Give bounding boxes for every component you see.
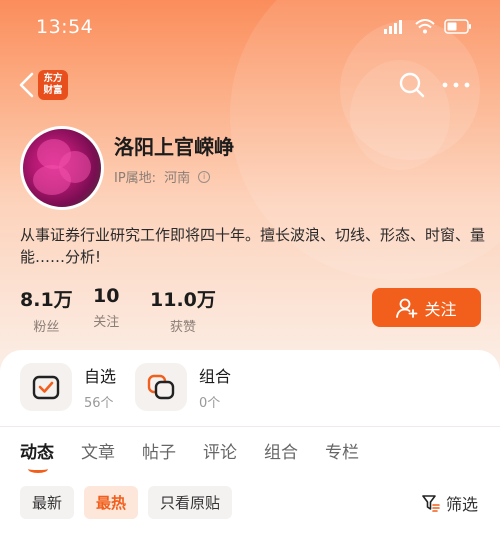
ip-location: IP属地: 河南 i [114, 167, 211, 186]
status-time: 13:54 [36, 16, 94, 38]
tab-comments[interactable]: 评论 [203, 438, 237, 463]
shortcut-watchlist[interactable]: 自选 56个 [20, 362, 116, 412]
logo-text-line2: 财富 [43, 85, 63, 96]
portfolio-icon [147, 374, 175, 400]
stat-following[interactable]: 10 关注 [93, 285, 119, 330]
tab-columns[interactable]: 专栏 [325, 438, 359, 463]
stat-label: 粉丝 [33, 320, 60, 335]
shortcut-portfolio[interactable]: 组合 0个 [135, 362, 231, 412]
filter-funnel-icon [422, 495, 440, 512]
battery-icon [444, 19, 471, 34]
filter-button[interactable]: 筛选 [422, 491, 478, 515]
tab-portfolios[interactable]: 组合 [264, 438, 298, 463]
divider [0, 426, 500, 427]
filter-original-only[interactable]: 只看原贴 [148, 486, 233, 519]
filter-latest[interactable]: 最新 [20, 486, 75, 519]
signal-icon [384, 19, 402, 34]
ip-label: IP属地: [114, 171, 157, 186]
username: 洛阳上官嵘峥 [114, 135, 234, 159]
avatar-flower-detail [33, 165, 71, 195]
stat-fans[interactable]: 8.1万 粉丝 [20, 285, 73, 335]
profile-bio: 从事证券行业研究工作即将四十年。擅长波浪、切线、形态、时窗、量能……分析! [20, 226, 486, 266]
search-icon[interactable] [398, 71, 426, 99]
content-tabs: 动态 文章 帖子 评论 组合 专栏 [20, 438, 386, 473]
shortcut-count: 0个 [199, 396, 221, 411]
add-user-icon [396, 298, 418, 318]
info-icon[interactable]: i [198, 170, 211, 183]
stat-likes[interactable]: 11.0万 获赞 [150, 285, 216, 335]
shortcut-count: 56个 [84, 396, 114, 411]
status-icons [384, 19, 472, 34]
stat-value: 10 [93, 285, 120, 307]
filter-hottest[interactable]: 最热 [84, 486, 139, 519]
tab-posts[interactable]: 帖子 [142, 438, 176, 463]
stat-label: 关注 [93, 315, 120, 330]
shortcut-title: 自选 [84, 367, 117, 386]
stat-value: 8.1万 [20, 289, 73, 311]
more-options-icon[interactable] [440, 71, 472, 99]
logo-text-line1: 东方 [43, 73, 63, 84]
app-logo: 东方 财富 [38, 70, 68, 100]
back-arrow-icon[interactable] [16, 70, 40, 100]
filter-button-label: 筛选 [446, 495, 479, 514]
follow-button[interactable]: 关注 [372, 288, 481, 327]
filter-chips: 最新 最热 只看原贴 [20, 486, 233, 519]
stat-label: 获赞 [169, 320, 196, 335]
tab-articles[interactable]: 文章 [81, 438, 115, 463]
shortcut-title: 组合 [199, 367, 232, 386]
portfolio-icon-container [135, 363, 187, 411]
content-card: 自选 56个 组合 0个 动态 文章 帖子 评论 组合 专栏 最新 最热 只看原… [0, 350, 500, 543]
stat-value: 11.0万 [150, 289, 216, 311]
tab-dynamics[interactable]: 动态 [20, 438, 54, 473]
ip-value: 河南 [164, 171, 191, 186]
avatar[interactable] [20, 126, 104, 210]
watchlist-check-icon [32, 375, 60, 400]
wifi-icon [415, 19, 435, 34]
watchlist-icon-container [20, 363, 72, 411]
follow-button-label: 关注 [424, 299, 457, 319]
